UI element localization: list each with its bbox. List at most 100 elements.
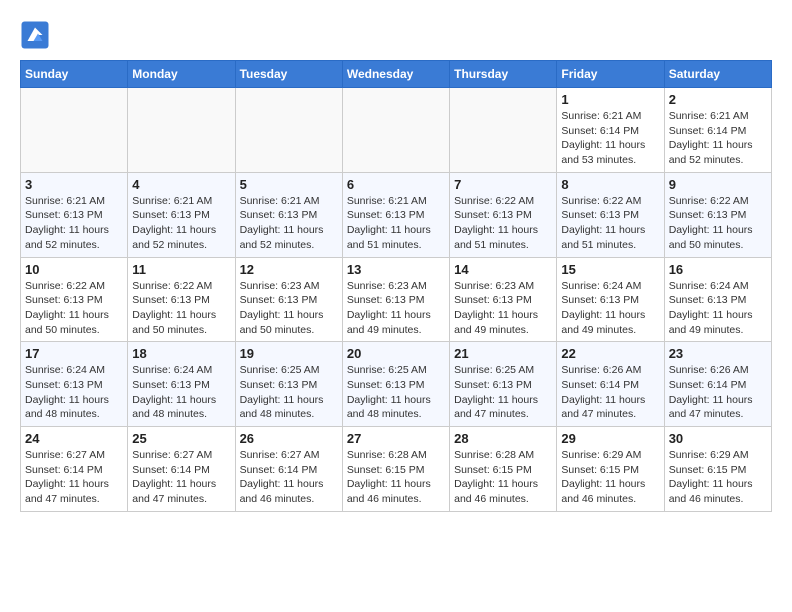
day-number: 17 [25, 346, 123, 361]
day-number: 23 [669, 346, 767, 361]
calendar-table: SundayMondayTuesdayWednesdayThursdayFrid… [20, 60, 772, 512]
calendar-cell: 17 Sunrise: 6:24 AM Sunset: 6:13 PM Dayli… [21, 342, 128, 427]
calendar-cell: 7Sunrise: 6:22 AM Sunset: 6:13 PM Daylig… [450, 172, 557, 257]
calendar-cell: 18 Sunrise: 6:24 AM Sunset: 6:13 PM Dayli… [128, 342, 235, 427]
calendar-cell: 13 Sunrise: 6:23 AM Sunset: 6:13 PM Dayli… [342, 257, 449, 342]
day-number: 19 [240, 346, 338, 361]
week-row-4: 17 Sunrise: 6:24 AM Sunset: 6:13 PM Dayli… [21, 342, 772, 427]
day-number: 26 [240, 431, 338, 446]
day-info: Sunrise: 6:27 AM Sunset: 6:14 PM Dayligh… [132, 448, 230, 507]
day-info: Sunrise: 6:26 AM Sunset: 6:14 PM Dayligh… [561, 363, 659, 422]
week-row-1: 1 Sunrise: 6:21 AM Sunset: 6:14 PM Daylig… [21, 88, 772, 173]
day-number: 14 [454, 262, 552, 277]
day-number: 20 [347, 346, 445, 361]
calendar-cell: 16Sunrise: 6:24 AM Sunset: 6:13 PM Dayli… [664, 257, 771, 342]
day-number: 2 [669, 92, 767, 107]
calendar-cell: 10 Sunrise: 6:22 AM Sunset: 6:13 PM Dayli… [21, 257, 128, 342]
calendar-cell: 14 Sunrise: 6:23 AM Sunset: 6:13 PM Dayli… [450, 257, 557, 342]
calendar-cell: 24 Sunrise: 6:27 AM Sunset: 6:14 PM Dayli… [21, 427, 128, 512]
day-number: 5 [240, 177, 338, 192]
week-row-5: 24 Sunrise: 6:27 AM Sunset: 6:14 PM Dayli… [21, 427, 772, 512]
logo-icon [20, 20, 50, 50]
day-info: Sunrise: 6:27 AM Sunset: 6:14 PM Dayligh… [25, 448, 123, 507]
day-info: Sunrise: 6:23 AM Sunset: 6:13 PM Dayligh… [240, 279, 338, 338]
day-info: Sunrise: 6:25 AM Sunset: 6:13 PM Dayligh… [454, 363, 552, 422]
day-number: 25 [132, 431, 230, 446]
day-info: Sunrise: 6:29 AM Sunset: 6:15 PM Dayligh… [561, 448, 659, 507]
calendar-cell: 27 Sunrise: 6:28 AM Sunset: 6:15 PM Dayli… [342, 427, 449, 512]
calendar-cell: 5 Sunrise: 6:21 AM Sunset: 6:13 PM Daylig… [235, 172, 342, 257]
calendar-cell [342, 88, 449, 173]
calendar-cell: 28 Sunrise: 6:28 AM Sunset: 6:15 PM Dayli… [450, 427, 557, 512]
day-info: Sunrise: 6:24 AM Sunset: 6:13 PM Dayligh… [25, 363, 123, 422]
calendar-cell: 3 Sunrise: 6:21 AM Sunset: 6:13 PM Daylig… [21, 172, 128, 257]
day-number: 30 [669, 431, 767, 446]
logo [20, 20, 54, 50]
column-header-sunday: Sunday [21, 61, 128, 88]
calendar-cell: 2 Sunrise: 6:21 AM Sunset: 6:14 PM Daylig… [664, 88, 771, 173]
calendar-cell: 19 Sunrise: 6:25 AM Sunset: 6:13 PM Dayli… [235, 342, 342, 427]
day-info: Sunrise: 6:22 AM Sunset: 6:13 PM Dayligh… [132, 279, 230, 338]
day-number: 27 [347, 431, 445, 446]
calendar-cell: 9Sunrise: 6:22 AM Sunset: 6:13 PM Daylig… [664, 172, 771, 257]
day-info: Sunrise: 6:28 AM Sunset: 6:15 PM Dayligh… [454, 448, 552, 507]
calendar-cell [450, 88, 557, 173]
day-info: Sunrise: 6:21 AM Sunset: 6:13 PM Dayligh… [25, 194, 123, 253]
day-number: 3 [25, 177, 123, 192]
day-number: 15 [561, 262, 659, 277]
day-info: Sunrise: 6:28 AM Sunset: 6:15 PM Dayligh… [347, 448, 445, 507]
column-header-wednesday: Wednesday [342, 61, 449, 88]
calendar-cell: 22 Sunrise: 6:26 AM Sunset: 6:14 PM Dayli… [557, 342, 664, 427]
day-number: 22 [561, 346, 659, 361]
column-header-saturday: Saturday [664, 61, 771, 88]
calendar-cell: 30Sunrise: 6:29 AM Sunset: 6:15 PM Dayli… [664, 427, 771, 512]
week-row-2: 3 Sunrise: 6:21 AM Sunset: 6:13 PM Daylig… [21, 172, 772, 257]
day-info: Sunrise: 6:21 AM Sunset: 6:13 PM Dayligh… [240, 194, 338, 253]
calendar-cell [128, 88, 235, 173]
day-number: 4 [132, 177, 230, 192]
week-row-3: 10 Sunrise: 6:22 AM Sunset: 6:13 PM Dayli… [21, 257, 772, 342]
day-info: Sunrise: 6:21 AM Sunset: 6:13 PM Dayligh… [347, 194, 445, 253]
day-number: 12 [240, 262, 338, 277]
calendar-cell: 20 Sunrise: 6:25 AM Sunset: 6:13 PM Dayli… [342, 342, 449, 427]
day-info: Sunrise: 6:23 AM Sunset: 6:13 PM Dayligh… [454, 279, 552, 338]
day-number: 28 [454, 431, 552, 446]
day-info: Sunrise: 6:25 AM Sunset: 6:13 PM Dayligh… [240, 363, 338, 422]
day-number: 1 [561, 92, 659, 107]
header-row: SundayMondayTuesdayWednesdayThursdayFrid… [21, 61, 772, 88]
calendar-cell: 11 Sunrise: 6:22 AM Sunset: 6:13 PM Dayli… [128, 257, 235, 342]
day-number: 7 [454, 177, 552, 192]
day-info: Sunrise: 6:23 AM Sunset: 6:13 PM Dayligh… [347, 279, 445, 338]
calendar-cell: 1 Sunrise: 6:21 AM Sunset: 6:14 PM Daylig… [557, 88, 664, 173]
calendar-cell: 29 Sunrise: 6:29 AM Sunset: 6:15 PM Dayli… [557, 427, 664, 512]
day-info: Sunrise: 6:21 AM Sunset: 6:13 PM Dayligh… [132, 194, 230, 253]
calendar-cell: 25 Sunrise: 6:27 AM Sunset: 6:14 PM Dayli… [128, 427, 235, 512]
day-info: Sunrise: 6:21 AM Sunset: 6:14 PM Dayligh… [561, 109, 659, 168]
day-number: 24 [25, 431, 123, 446]
day-info: Sunrise: 6:25 AM Sunset: 6:13 PM Dayligh… [347, 363, 445, 422]
day-info: Sunrise: 6:22 AM Sunset: 6:13 PM Dayligh… [669, 194, 767, 253]
day-number: 29 [561, 431, 659, 446]
day-number: 11 [132, 262, 230, 277]
column-header-tuesday: Tuesday [235, 61, 342, 88]
column-header-friday: Friday [557, 61, 664, 88]
calendar-header: SundayMondayTuesdayWednesdayThursdayFrid… [21, 61, 772, 88]
day-info: Sunrise: 6:24 AM Sunset: 6:13 PM Dayligh… [132, 363, 230, 422]
day-number: 10 [25, 262, 123, 277]
calendar-cell: 8Sunrise: 6:22 AM Sunset: 6:13 PM Daylig… [557, 172, 664, 257]
day-number: 6 [347, 177, 445, 192]
day-number: 13 [347, 262, 445, 277]
calendar-cell: 26Sunrise: 6:27 AM Sunset: 6:14 PM Dayli… [235, 427, 342, 512]
day-number: 8 [561, 177, 659, 192]
day-number: 18 [132, 346, 230, 361]
column-header-thursday: Thursday [450, 61, 557, 88]
day-info: Sunrise: 6:21 AM Sunset: 6:14 PM Dayligh… [669, 109, 767, 168]
calendar-body: 1 Sunrise: 6:21 AM Sunset: 6:14 PM Daylig… [21, 88, 772, 512]
day-info: Sunrise: 6:24 AM Sunset: 6:13 PM Dayligh… [561, 279, 659, 338]
calendar-cell: 21Sunrise: 6:25 AM Sunset: 6:13 PM Dayli… [450, 342, 557, 427]
calendar-cell: 4 Sunrise: 6:21 AM Sunset: 6:13 PM Daylig… [128, 172, 235, 257]
calendar-cell: 6 Sunrise: 6:21 AM Sunset: 6:13 PM Daylig… [342, 172, 449, 257]
day-info: Sunrise: 6:22 AM Sunset: 6:13 PM Dayligh… [25, 279, 123, 338]
calendar-cell: 15 Sunrise: 6:24 AM Sunset: 6:13 PM Dayli… [557, 257, 664, 342]
page-header [20, 20, 772, 50]
